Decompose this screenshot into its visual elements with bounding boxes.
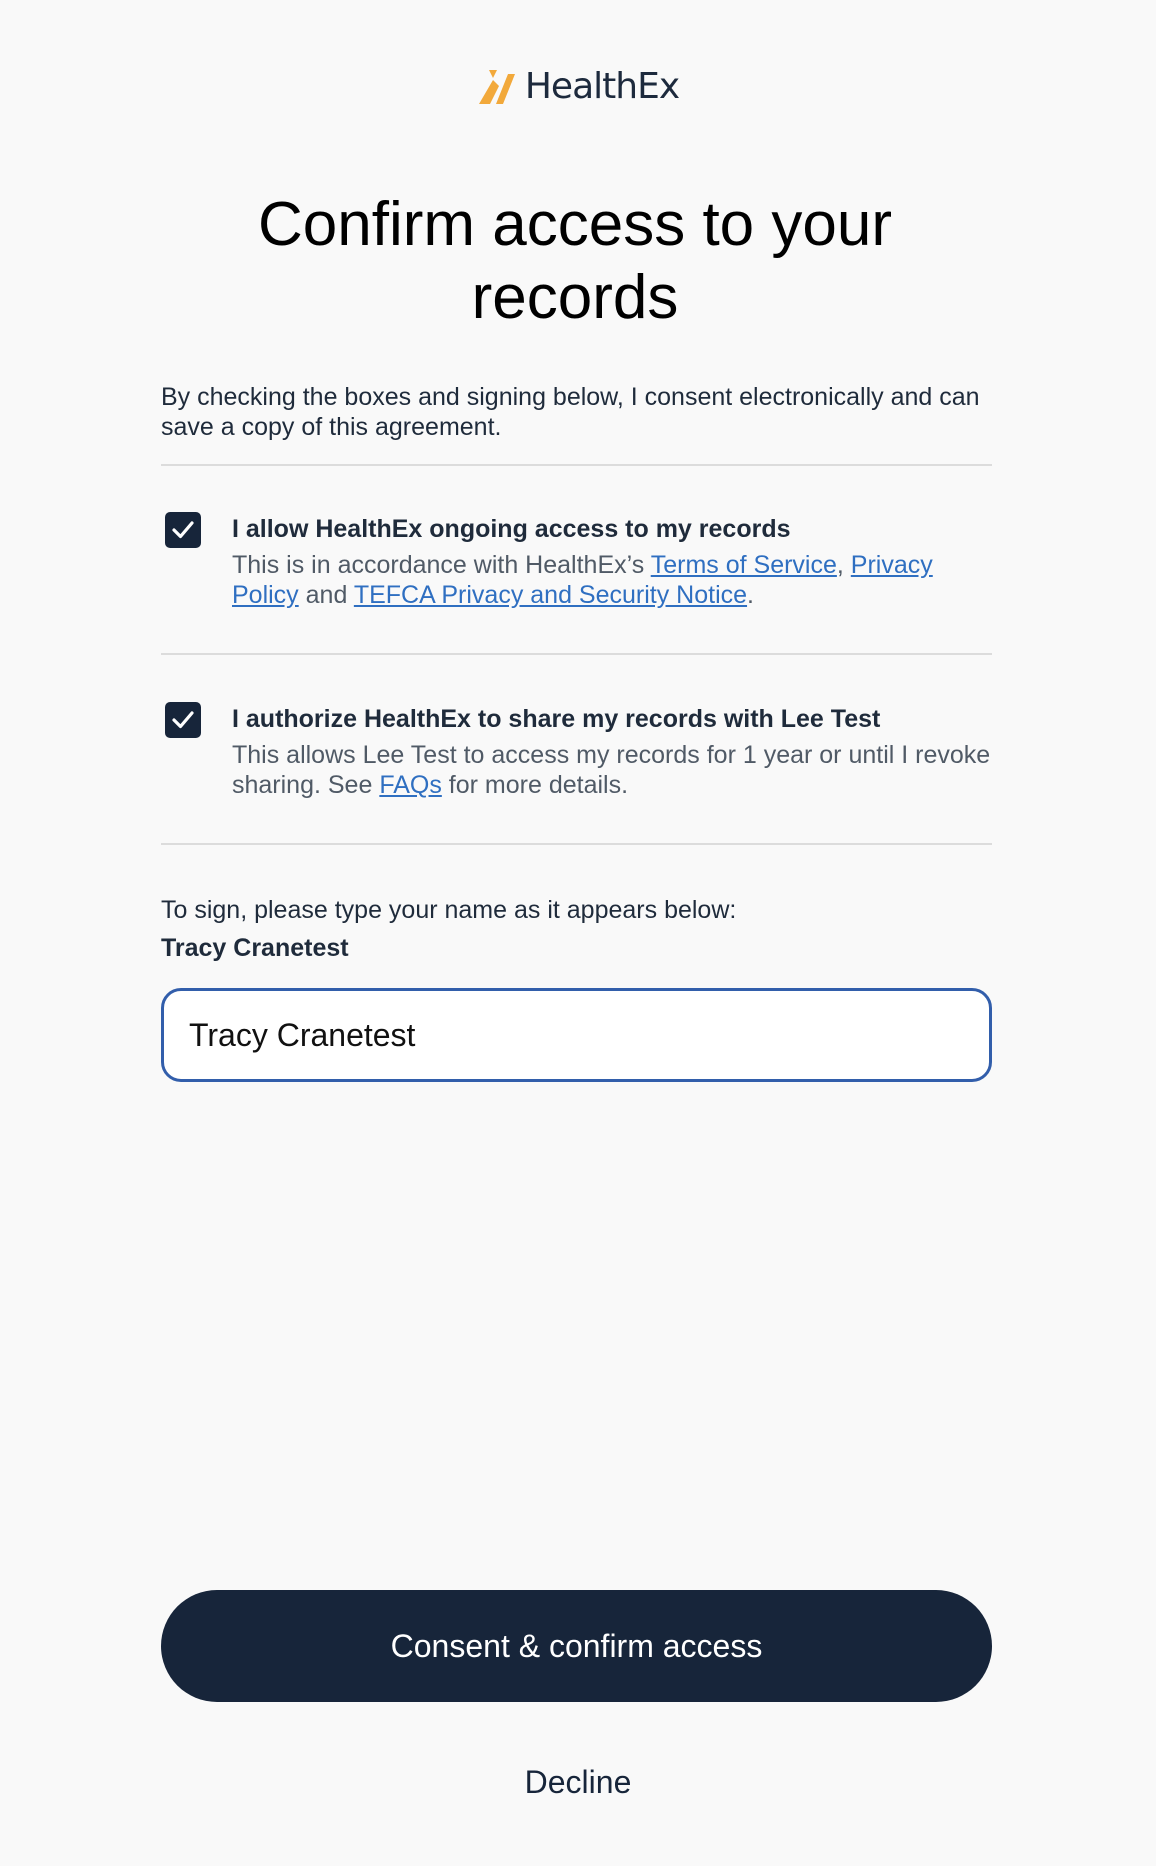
consent-desc-text: and [298, 581, 354, 609]
consent-description: This is in accordance with HealthEx’s Te… [232, 550, 992, 610]
signature-input[interactable] [161, 988, 992, 1082]
consent-desc-text: . [747, 581, 754, 609]
divider [161, 464, 992, 466]
brand-logo: HealthEx [0, 66, 1156, 107]
faqs-link[interactable]: FAQs [379, 771, 442, 799]
consent-title: I allow HealthEx ongoing access to my re… [232, 515, 791, 543]
consent-description: This allows Lee Test to access my record… [232, 740, 992, 800]
share-records-checkbox[interactable] [165, 702, 201, 738]
consent-desc-text: This is in accordance with HealthEx’s [232, 551, 651, 579]
consent-confirm-button[interactable]: Consent & confirm access [161, 1590, 992, 1702]
ongoing-access-checkbox[interactable] [165, 512, 201, 548]
brand-name: HealthEx [524, 66, 680, 107]
tefca-notice-link[interactable]: TEFCA Privacy and Security Notice [354, 581, 747, 609]
signature-label: To sign, please type your name as it app… [161, 896, 737, 924]
expected-signature-name: Tracy Cranetest [161, 934, 349, 962]
checkmark-icon [172, 711, 194, 729]
checkmark-icon [172, 521, 194, 539]
consent-title: I authorize HealthEx to share my records… [232, 705, 881, 733]
consent-desc-text: for more details. [441, 771, 629, 799]
consent-desc-text: , [836, 551, 851, 579]
terms-of-service-link[interactable]: Terms of Service [651, 551, 837, 579]
divider [161, 843, 992, 845]
consent-intro: By checking the boxes and signing below,… [161, 383, 980, 441]
divider [161, 653, 992, 655]
healthex-logo-icon [478, 69, 515, 104]
page-title: Confirm access to your records [258, 190, 892, 332]
decline-button[interactable]: Decline [478, 1760, 678, 1804]
